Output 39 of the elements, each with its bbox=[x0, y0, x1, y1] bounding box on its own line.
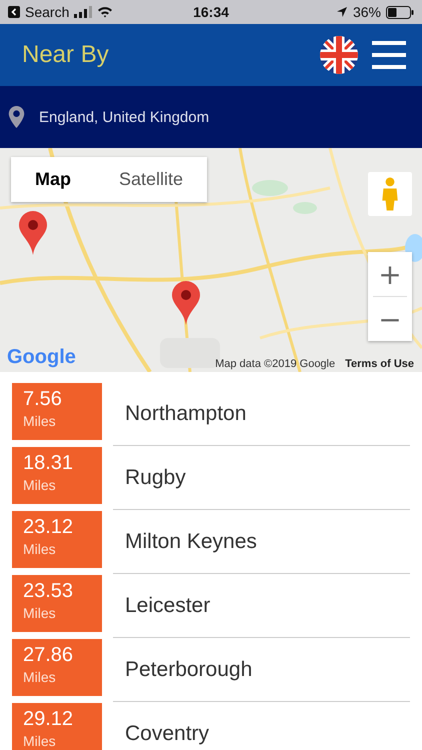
distance-unit: Miles bbox=[23, 604, 57, 623]
location-arrow-icon bbox=[336, 6, 348, 18]
battery-icon bbox=[386, 6, 414, 18]
time: 16:34 bbox=[193, 4, 229, 20]
distance-unit: Miles bbox=[23, 412, 57, 431]
distance-value: 7.56 bbox=[23, 387, 63, 411]
distance-value: 18.31 bbox=[23, 451, 74, 475]
terms-link[interactable]: Terms of Use bbox=[345, 358, 414, 370]
zoom-out-button[interactable]: − bbox=[368, 297, 412, 341]
signal-icon bbox=[74, 6, 92, 18]
map-logo: Google bbox=[7, 346, 76, 369]
back-icon[interactable] bbox=[8, 6, 20, 18]
distance-unit: Miles bbox=[23, 668, 57, 687]
place-name[interactable]: Milton Keynes bbox=[125, 530, 257, 554]
map-type-tab[interactable]: Map bbox=[11, 157, 95, 202]
place-name[interactable]: Northampton bbox=[125, 402, 246, 426]
place-name[interactable]: Leicester bbox=[125, 594, 210, 618]
menu-icon[interactable] bbox=[372, 40, 406, 70]
place-name[interactable]: Rugby bbox=[125, 466, 186, 490]
distance-value: 23.53 bbox=[23, 579, 74, 603]
location-pin-icon bbox=[8, 106, 25, 128]
back-label[interactable]: Search bbox=[25, 4, 70, 20]
page-title: Near By bbox=[22, 41, 109, 69]
distance-unit: Miles bbox=[23, 732, 57, 750]
distance-unit: Miles bbox=[23, 540, 57, 559]
map-pin-icon[interactable] bbox=[172, 281, 200, 325]
place-name[interactable]: Peterborough bbox=[125, 658, 252, 682]
map-type-tab[interactable]: Satellite bbox=[95, 157, 208, 202]
location-text: England, United Kingdom bbox=[39, 108, 210, 126]
place-name[interactable]: Coventry bbox=[125, 722, 210, 746]
wifi-icon bbox=[97, 6, 114, 18]
distance-unit: Miles bbox=[23, 476, 57, 495]
battery-percent: 36% bbox=[352, 4, 381, 20]
distance-value: 27.86 bbox=[23, 643, 74, 667]
map-attribution: Map data ©2019 Google bbox=[215, 358, 336, 370]
distance-value: 23.12 bbox=[23, 515, 74, 539]
zoom-in-button[interactable]: + bbox=[368, 252, 412, 296]
map-pin-icon[interactable] bbox=[19, 211, 47, 255]
distance-value: 29.12 bbox=[23, 707, 74, 731]
